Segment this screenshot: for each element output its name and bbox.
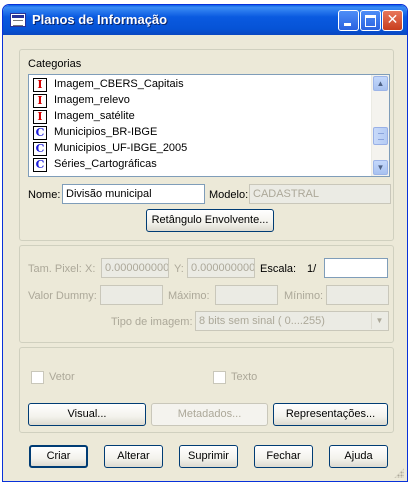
list-item-label: Imagem_satélite <box>54 110 135 122</box>
fechar-button[interactable]: Fechar <box>254 445 313 468</box>
planos-de-informacao-window: Planos de Informação ✕ Categorias I Imag… <box>2 4 408 482</box>
escala-prefix: 1/ <box>307 263 317 275</box>
image-category-icon: I <box>33 110 47 124</box>
suprimir-button[interactable]: Suprimir <box>179 445 238 468</box>
categorias-list[interactable]: I Imagem_CBERS_Capitais I Imagem_relevo … <box>28 74 390 177</box>
list-item-label: Municipios_UF-IBGE_2005 <box>54 142 188 154</box>
modelo-field: CADASTRAL <box>249 184 391 204</box>
categorias-label: Categorias <box>28 58 82 70</box>
list-item-imagem-relevo[interactable]: I Imagem_relevo <box>32 93 372 109</box>
tipo-imagem-label: Tipo de imagem: <box>111 316 193 328</box>
close-icon: ✕ <box>386 12 399 28</box>
minimo-label: Mínimo: <box>284 290 324 302</box>
maximo-field <box>215 285 278 305</box>
tam-pixel-label: Tam. Pixel: <box>28 263 82 275</box>
scroll-up-icon[interactable]: ▲ <box>373 76 388 91</box>
app-window-icon <box>10 13 26 27</box>
ajuda-button[interactable]: Ajuda <box>329 445 388 468</box>
criar-button[interactable]: Criar <box>29 445 88 468</box>
nome-field[interactable]: Divisão municipal <box>62 184 205 204</box>
cadastral-category-icon: C <box>33 158 47 172</box>
scroll-down-icon[interactable]: ▼ <box>373 160 388 175</box>
list-item-label: Séries_Cartográficas <box>54 158 157 170</box>
window-title: Planos de Informação <box>32 12 168 27</box>
list-item-label: Imagem_relevo <box>54 94 130 106</box>
resize-grip-icon[interactable] <box>394 468 404 478</box>
vetor-checkbox[interactable] <box>31 371 44 384</box>
title-bar[interactable]: Planos de Informação ✕ <box>3 5 407 35</box>
list-item-municipios-br-ibge[interactable]: C Municipios_BR-IBGE <box>32 125 372 141</box>
escala-label: Escala: <box>260 263 297 275</box>
modelo-label: Modelo: <box>209 189 249 201</box>
cadastral-category-icon: C <box>33 142 47 156</box>
close-button[interactable]: ✕ <box>382 10 403 31</box>
texto-checkbox[interactable] <box>213 371 226 384</box>
pixel-x-field: 0.000000000 <box>101 258 169 278</box>
cadastral-category-icon: C <box>33 126 47 140</box>
visual-button[interactable]: Visual... <box>28 403 146 426</box>
minimize-button[interactable] <box>338 10 359 31</box>
scroll-thumb[interactable] <box>373 127 388 145</box>
tipo-imagem-value: 8 bits sem sinal ( 0....255) <box>199 315 325 327</box>
y-label: Y: <box>174 263 184 275</box>
texto-label: Texto <box>231 371 258 383</box>
image-category-icon: I <box>33 78 47 92</box>
retangulo-envolvente-button[interactable]: Retângulo Envolvente... <box>146 209 274 232</box>
list-item-label: Imagem_CBERS_Capitais <box>54 78 184 90</box>
maximize-button[interactable] <box>360 10 381 31</box>
representacoes-button[interactable]: Representações... <box>273 403 388 426</box>
x-label: X: <box>85 263 96 275</box>
vetor-label: Vetor <box>49 371 75 383</box>
list-item-municipios-uf-ibge-2005[interactable]: C Municipios_UF-IBGE_2005 <box>32 141 372 157</box>
maximo-label: Máximo: <box>168 290 210 302</box>
list-item-label: Municipios_BR-IBGE <box>54 126 158 138</box>
nome-label: Nome: <box>28 189 61 201</box>
valor-dummy-label: Valor Dummy: <box>28 290 97 302</box>
chevron-down-icon: ▼ <box>371 313 387 329</box>
list-item-imagem-satelite[interactable]: I Imagem_satélite <box>32 109 372 125</box>
list-scrollbar[interactable]: ▲ ▼ <box>371 75 389 176</box>
list-item-series-cartograficas[interactable]: C Séries_Cartográficas <box>32 157 372 173</box>
image-category-icon: I <box>33 94 47 108</box>
minimo-field <box>326 285 389 305</box>
tipo-imagem-select: 8 bits sem sinal ( 0....255) ▼ <box>195 311 389 331</box>
pixel-y-field: 0.000000000 <box>187 258 255 278</box>
metadados-button: Metadados... <box>151 403 268 426</box>
escala-field[interactable] <box>324 258 388 278</box>
valor-dummy-field <box>100 285 163 305</box>
alterar-button[interactable]: Alterar <box>104 445 163 468</box>
list-item-imagem-cbers-capitais[interactable]: I Imagem_CBERS_Capitais <box>32 77 372 93</box>
